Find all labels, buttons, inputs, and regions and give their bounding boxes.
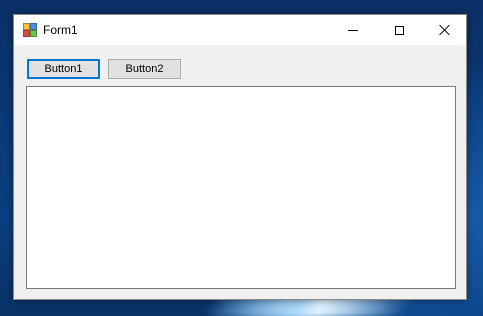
maximize-button[interactable] [376,15,422,45]
app-icon [23,23,37,37]
button1-label: Button1 [29,61,98,77]
title-bar[interactable]: Form1 [14,15,466,45]
form-window: Form1 Button1 Button2 [13,14,467,300]
window-title: Form1 [43,23,78,37]
close-icon [439,24,451,36]
text-area[interactable] [26,86,456,289]
button2-label: Button2 [125,63,164,75]
close-button[interactable] [422,15,468,45]
button1[interactable]: Button1 [27,59,100,79]
minimize-button[interactable] [330,15,376,45]
minimize-icon [348,29,358,31]
button2[interactable]: Button2 [108,59,181,79]
maximize-icon [394,25,404,35]
